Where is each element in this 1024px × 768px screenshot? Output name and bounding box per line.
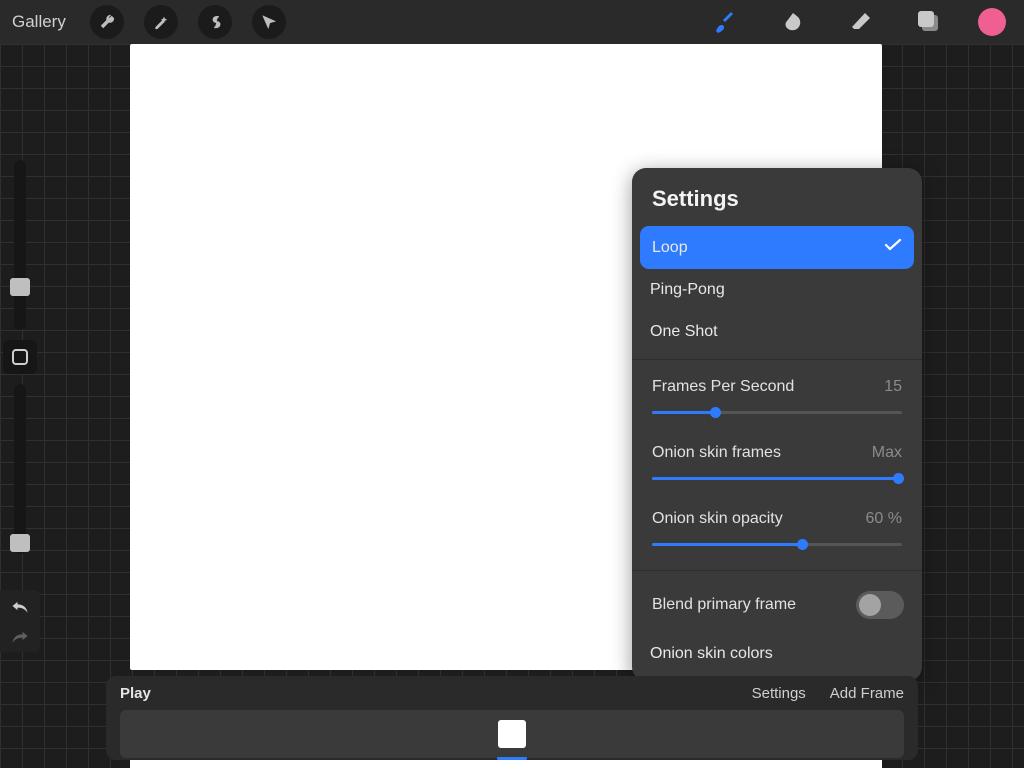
- canvas-peek-bottom: [130, 760, 882, 768]
- fps-label: Frames Per Second: [652, 378, 794, 396]
- top-toolbar: Gallery: [0, 0, 1024, 44]
- pingpong-label: Ping-Pong: [650, 281, 725, 299]
- blend-primary-row: Blend primary frame: [632, 577, 922, 633]
- blend-primary-toggle[interactable]: [856, 591, 904, 619]
- undo-redo-panel: [0, 590, 40, 652]
- blend-primary-label: Blend primary frame: [652, 596, 796, 614]
- eraser-tool-button[interactable]: [838, 0, 884, 44]
- brush-icon: [713, 10, 737, 34]
- eraser-icon: [849, 10, 873, 34]
- divider: [632, 359, 922, 360]
- fps-slider[interactable]: [652, 406, 902, 420]
- onion-frames-slider[interactable]: [652, 472, 902, 486]
- brush-opacity-thumb[interactable]: [10, 534, 30, 552]
- modify-button[interactable]: [3, 340, 37, 374]
- smudge-tool-button[interactable]: [770, 0, 816, 44]
- magic-wand-icon: [152, 13, 170, 31]
- gallery-button[interactable]: Gallery: [8, 8, 76, 36]
- play-button[interactable]: Play: [120, 685, 151, 702]
- checkmark-icon: [884, 238, 902, 257]
- redo-icon[interactable]: [10, 628, 30, 644]
- brush-size-thumb[interactable]: [10, 278, 30, 296]
- onion-skin-colors-row[interactable]: Onion skin colors: [632, 633, 922, 681]
- popover-tail: [784, 654, 812, 670]
- onion-opacity-value: 60 %: [866, 510, 902, 528]
- side-sliders-panel: [0, 160, 40, 554]
- color-swatch-button[interactable]: [978, 8, 1006, 36]
- actions-wrench-button[interactable]: [90, 5, 124, 39]
- onion-frames-value: Max: [872, 444, 902, 462]
- wrench-icon: [98, 13, 116, 31]
- layers-button[interactable]: [906, 0, 952, 44]
- layers-icon: [918, 11, 940, 33]
- fps-slider-row: Frames Per Second 15: [632, 366, 922, 432]
- timeline-settings-button[interactable]: Settings: [752, 685, 806, 702]
- frame-thumbnail[interactable]: [498, 720, 526, 748]
- loop-label: Loop: [652, 239, 688, 257]
- fps-value: 15: [884, 378, 902, 396]
- playback-option-loop[interactable]: Loop: [640, 226, 914, 269]
- animation-settings-popover: Settings Loop Ping-Pong One Shot Frames …: [632, 168, 922, 681]
- add-frame-button[interactable]: Add Frame: [830, 685, 904, 702]
- undo-icon[interactable]: [10, 598, 30, 614]
- selection-button[interactable]: [198, 5, 232, 39]
- settings-title: Settings: [632, 168, 922, 226]
- onion-frames-label: Onion skin frames: [652, 444, 781, 462]
- onion-colors-label: Onion skin colors: [650, 645, 773, 663]
- transform-arrow-button[interactable]: [252, 5, 286, 39]
- smudge-icon: [781, 10, 805, 34]
- cursor-arrow-icon: [260, 13, 278, 31]
- onion-opacity-slider-row: Onion skin opacity 60 %: [632, 498, 922, 564]
- brush-tool-button[interactable]: [702, 0, 748, 44]
- square-outline-icon: [12, 349, 28, 365]
- brush-size-slider[interactable]: [14, 160, 26, 330]
- playback-option-pingpong[interactable]: Ping-Pong: [632, 269, 922, 311]
- oneshot-label: One Shot: [650, 323, 718, 341]
- onion-opacity-label: Onion skin opacity: [652, 510, 783, 528]
- brush-opacity-slider[interactable]: [14, 384, 26, 554]
- timeline-track[interactable]: [120, 710, 904, 758]
- onion-frames-slider-row: Onion skin frames Max: [632, 432, 922, 498]
- adjustments-wand-button[interactable]: [144, 5, 178, 39]
- divider: [632, 570, 922, 571]
- playback-option-oneshot[interactable]: One Shot: [632, 311, 922, 353]
- onion-opacity-slider[interactable]: [652, 538, 902, 552]
- animation-timeline-bar: Play Settings Add Frame: [106, 676, 918, 760]
- s-ribbon-icon: [206, 13, 224, 31]
